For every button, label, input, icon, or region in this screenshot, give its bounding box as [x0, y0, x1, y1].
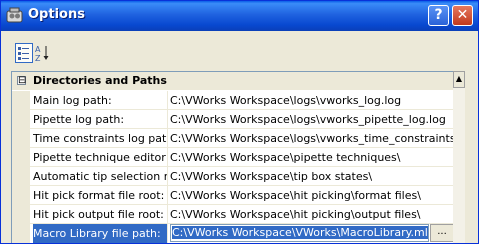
column-divider[interactable] — [167, 110, 168, 129]
row-gutter — [12, 186, 30, 205]
browse-button[interactable]: ... — [430, 224, 454, 242]
property-value[interactable]: C:\VWorks Workspace\logs\vworks_time_con… — [170, 129, 462, 148]
row-gutter — [12, 167, 30, 186]
row-gutter — [12, 129, 30, 148]
vertical-scrollbar[interactable]: ▲ — [453, 71, 465, 243]
column-divider[interactable] — [167, 224, 168, 243]
column-divider[interactable] — [167, 205, 168, 224]
categorized-button[interactable] — [15, 43, 33, 63]
row-gutter — [12, 91, 30, 110]
property-name: Pipette technique editor roo — [33, 151, 167, 164]
property-row[interactable]: Time constraints log path: C:\VWorks Wor… — [12, 129, 465, 148]
property-row[interactable]: Automatic tip selection root C:\VWorks W… — [12, 167, 465, 186]
window-title: Options — [28, 7, 85, 22]
row-gutter — [12, 148, 30, 167]
property-name: Automatic tip selection root — [33, 170, 167, 183]
up-arrow-icon: ▲ — [455, 74, 463, 83]
app-icon — [6, 7, 23, 23]
options-window: Options ? ✕ A Z ⊟ Directories and Paths … — [0, 0, 479, 244]
svg-text:Z: Z — [35, 54, 41, 63]
property-row[interactable]: Hit pick output file root: C:\VWorks Wor… — [12, 205, 465, 224]
property-row[interactable]: Pipette technique editor roo C:\VWorks W… — [12, 148, 465, 167]
close-button[interactable]: ✕ — [452, 5, 473, 26]
row-gutter — [12, 110, 30, 129]
title-bar[interactable]: Options ? ✕ — [1, 1, 478, 31]
scroll-track[interactable] — [453, 88, 465, 243]
help-icon: ? — [434, 7, 443, 23]
property-name: Hit pick output file root: — [33, 208, 164, 221]
property-row[interactable]: Main log path: C:\VWorks Workspace\logs\… — [12, 91, 465, 110]
category-label: Directories and Paths — [33, 74, 167, 87]
svg-text:A: A — [35, 45, 41, 54]
property-value[interactable]: C:\VWorks Workspace\pipette techniques\ — [170, 148, 462, 167]
property-toolbar: A Z — [11, 41, 465, 69]
property-value[interactable]: C:\VWorks Workspace\tip box states\ — [170, 167, 462, 186]
selected-text: C:\VWorks Workspace\VWorks\MacroLibrary.… — [172, 226, 428, 239]
property-name: Pipette log path: — [33, 113, 125, 126]
property-row-selected[interactable]: Macro Library file path: C:\VWorks Works… — [12, 224, 465, 243]
close-icon: ✕ — [456, 7, 469, 23]
property-grid: ⊟ Directories and Paths Main log path: C… — [11, 71, 465, 243]
property-value[interactable]: C:\VWorks Workspace\hit picking\output f… — [170, 205, 462, 224]
property-value[interactable]: C:\VWorks Workspace\hit picking\format f… — [170, 186, 462, 205]
collapse-icon[interactable]: ⊟ — [17, 75, 26, 86]
column-divider[interactable] — [167, 91, 168, 110]
column-divider[interactable] — [167, 129, 168, 148]
property-name: Main log path: — [33, 94, 112, 107]
property-row[interactable]: Pipette log path: C:\VWorks Workspace\lo… — [12, 110, 465, 129]
row-gutter — [12, 224, 30, 243]
alphabetical-button[interactable]: A Z — [34, 43, 52, 63]
property-name: Macro Library file path: — [33, 224, 167, 243]
column-divider[interactable] — [167, 167, 168, 186]
property-name: Hit pick format file root: — [33, 189, 165, 202]
property-name: Time constraints log path: — [33, 132, 167, 145]
path-edit-field[interactable]: C:\VWorks Workspace\VWorks\MacroLibrary.… — [170, 224, 429, 242]
column-divider[interactable] — [167, 148, 168, 167]
help-button[interactable]: ? — [428, 5, 449, 26]
alphabetical-sort-icon: A Z — [35, 45, 49, 63]
property-row[interactable]: Hit pick format file root: C:\VWorks Wor… — [12, 186, 465, 205]
row-gutter — [12, 205, 30, 224]
scroll-up-button[interactable]: ▲ — [453, 71, 465, 88]
categorized-icon — [18, 47, 29, 60]
category-row[interactable]: ⊟ Directories and Paths — [12, 72, 465, 90]
column-divider[interactable] — [167, 186, 168, 205]
property-value[interactable]: C:\VWorks Workspace\logs\vworks_log.log — [170, 91, 462, 110]
property-value[interactable]: C:\VWorks Workspace\logs\vworks_pipette_… — [170, 110, 462, 129]
